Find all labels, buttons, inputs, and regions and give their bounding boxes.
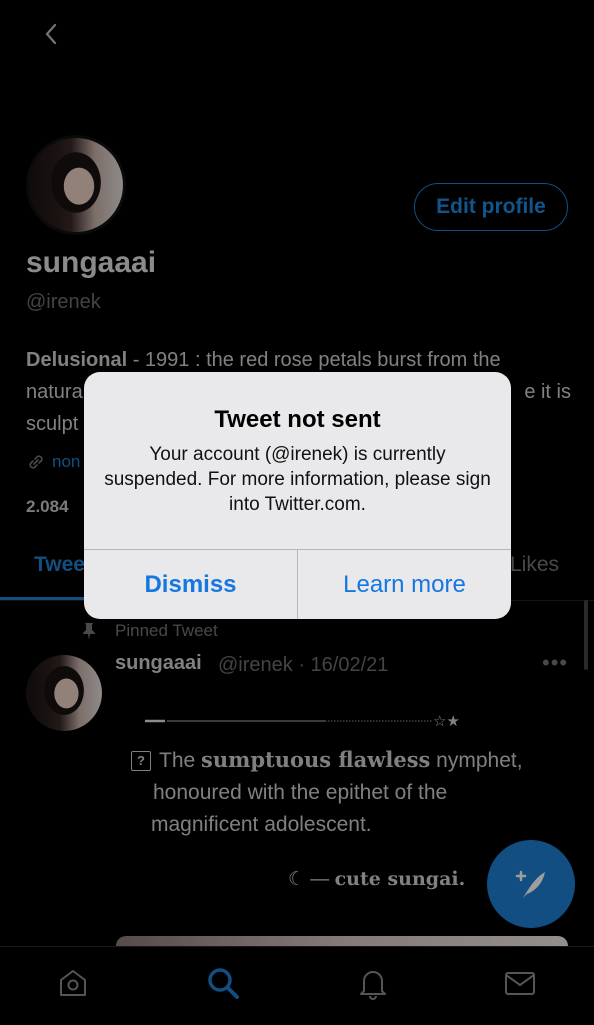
alert-title: Tweet not sent — [214, 406, 381, 433]
dismiss-button[interactable]: Dismiss — [84, 550, 297, 619]
learn-more-button[interactable]: Learn more — [298, 550, 511, 619]
tweet-not-sent-alert: Tweet not sent Your account (@irenek) is… — [84, 372, 511, 619]
alert-message: Your account (@irenek) is currently susp… — [104, 444, 491, 515]
